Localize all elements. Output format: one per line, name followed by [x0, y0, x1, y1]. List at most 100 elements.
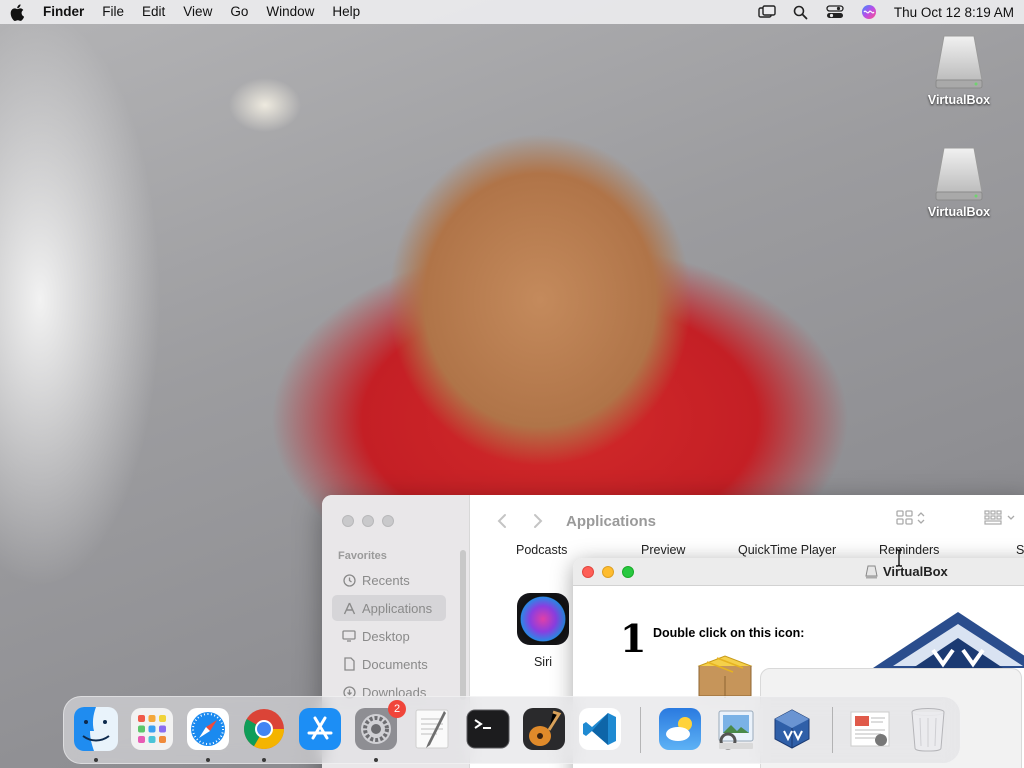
desktop-icon [342, 629, 356, 643]
terminal-icon [466, 709, 510, 749]
minimize-button[interactable] [602, 566, 614, 578]
dock-item-app-store[interactable] [296, 705, 344, 753]
running-indicator [206, 758, 210, 762]
chrome-icon [244, 709, 284, 749]
window-controls [582, 566, 634, 578]
forward-button[interactable] [526, 509, 550, 533]
dock-separator [832, 707, 833, 753]
desktop-icon-virtualbox-2[interactable]: VirtualBox [917, 146, 1001, 219]
clock-icon [342, 573, 356, 587]
disk-image-icon [865, 565, 878, 578]
app-label-reminders[interactable]: Reminders [879, 543, 939, 557]
downloads-stack-icon [850, 711, 890, 747]
dock-item-virtualbox[interactable] [768, 705, 816, 753]
virtualbox-icon [774, 709, 810, 749]
sidebar-item-label: Documents [362, 656, 428, 672]
dock-item-finder[interactable] [72, 705, 120, 753]
control-center-icon[interactable] [818, 0, 852, 24]
close-button[interactable] [342, 515, 354, 527]
window-title: VirtualBox [865, 564, 948, 579]
step-number: 1 [620, 616, 647, 661]
dock-item-textedit[interactable] [408, 705, 456, 753]
sidebar-heading-favorites: Favorites [338, 550, 387, 562]
dock-item-preview[interactable] [712, 705, 760, 753]
sidebar-item-recents[interactable]: Recents [332, 567, 446, 593]
menu-go[interactable]: Go [221, 0, 257, 24]
menu-help[interactable]: Help [323, 0, 369, 24]
sidebar-item-applications[interactable]: Applications [332, 595, 446, 621]
weather-icon [659, 708, 701, 750]
dock-item-launchpad[interactable] [128, 705, 176, 753]
preview-icon [718, 710, 754, 750]
desktop-icon-label: VirtualBox [927, 205, 991, 219]
finder-icon [74, 707, 118, 751]
safari-icon [187, 708, 229, 750]
running-indicator [374, 758, 378, 762]
dock-item-safari[interactable] [184, 705, 232, 753]
garageband-icon [523, 708, 565, 750]
document-icon [342, 657, 356, 671]
app-label-preview[interactable]: Preview [641, 543, 685, 557]
menu-view[interactable]: View [174, 0, 221, 24]
zoom-button[interactable] [382, 515, 394, 527]
apple-menu-icon[interactable] [0, 0, 34, 24]
sidebar-item-documents[interactable]: Documents [332, 651, 446, 677]
notification-badge: 2 [388, 700, 406, 718]
sidebar-item-label: Desktop [362, 628, 410, 644]
step-instruction: Double click on this icon: [653, 626, 805, 640]
chevron-updown-icon [917, 511, 925, 524]
launchpad-icon [131, 708, 173, 750]
window-controls [342, 515, 394, 527]
dock-item-vscode[interactable] [576, 705, 624, 753]
dock-item-system-settings[interactable]: 2 [352, 700, 406, 753]
menu-bar: Finder File Edit View Go Window Help Thu… [0, 0, 1024, 24]
app-label-podcasts[interactable]: Podcasts [516, 543, 567, 557]
app-label-siri: Siri [533, 655, 553, 669]
menu-file[interactable]: File [93, 0, 133, 24]
textedit-icon [415, 709, 449, 749]
disk-image-icon [932, 146, 986, 202]
group-grid-icon [984, 510, 1002, 525]
finder-window-title: Applications [566, 512, 657, 530]
trash-icon [911, 708, 945, 752]
applications-icon [342, 601, 356, 615]
icon-view-toggle[interactable] [896, 510, 925, 525]
chevron-down-icon [1007, 515, 1015, 520]
title-bar: VirtualBox [573, 558, 1024, 586]
dock-item-chrome[interactable] [240, 705, 288, 753]
dock-item-terminal[interactable] [464, 705, 512, 753]
dock: 2 [63, 696, 961, 764]
menu-clock[interactable]: Thu Oct 12 8:19 AM [886, 5, 1014, 20]
sidebar-scrollbar[interactable] [460, 550, 466, 700]
finder-toolbar: Applications [470, 495, 1024, 547]
dock-item-weather[interactable] [656, 705, 704, 753]
zoom-button[interactable] [622, 566, 634, 578]
app-label-quicktime-player[interactable]: QuickTime Player [738, 543, 836, 557]
app-store-icon [299, 708, 341, 750]
menu-window[interactable]: Window [257, 0, 323, 24]
text-cursor-icon [894, 549, 904, 572]
disk-image-icon [932, 34, 986, 90]
menu-edit[interactable]: Edit [133, 0, 174, 24]
window-title-text: VirtualBox [883, 564, 948, 579]
app-label-partial[interactable]: S [1016, 543, 1024, 557]
dock-item-downloads[interactable] [846, 705, 894, 753]
siri-icon[interactable] [852, 0, 886, 24]
screen-mirroring-icon[interactable] [750, 0, 784, 24]
sidebar-item-label: Applications [362, 600, 433, 616]
running-indicator [94, 758, 98, 762]
group-view-toggle[interactable] [984, 510, 1015, 525]
sidebar-item-label: Recents [362, 572, 410, 588]
back-button[interactable] [490, 509, 514, 533]
app-item-siri[interactable]: Siri [515, 593, 571, 669]
dock-item-garageband[interactable] [520, 705, 568, 753]
minimize-button[interactable] [362, 515, 374, 527]
desktop-icon-virtualbox-1[interactable]: VirtualBox [917, 34, 1001, 107]
sidebar-item-desktop[interactable]: Desktop [332, 623, 446, 649]
close-button[interactable] [582, 566, 594, 578]
dock-item-trash[interactable] [904, 705, 952, 753]
spotlight-search-icon[interactable] [784, 0, 818, 24]
desktop-icon-label: VirtualBox [927, 93, 991, 107]
dock-separator [640, 707, 641, 753]
menu-app-name[interactable]: Finder [34, 0, 93, 24]
